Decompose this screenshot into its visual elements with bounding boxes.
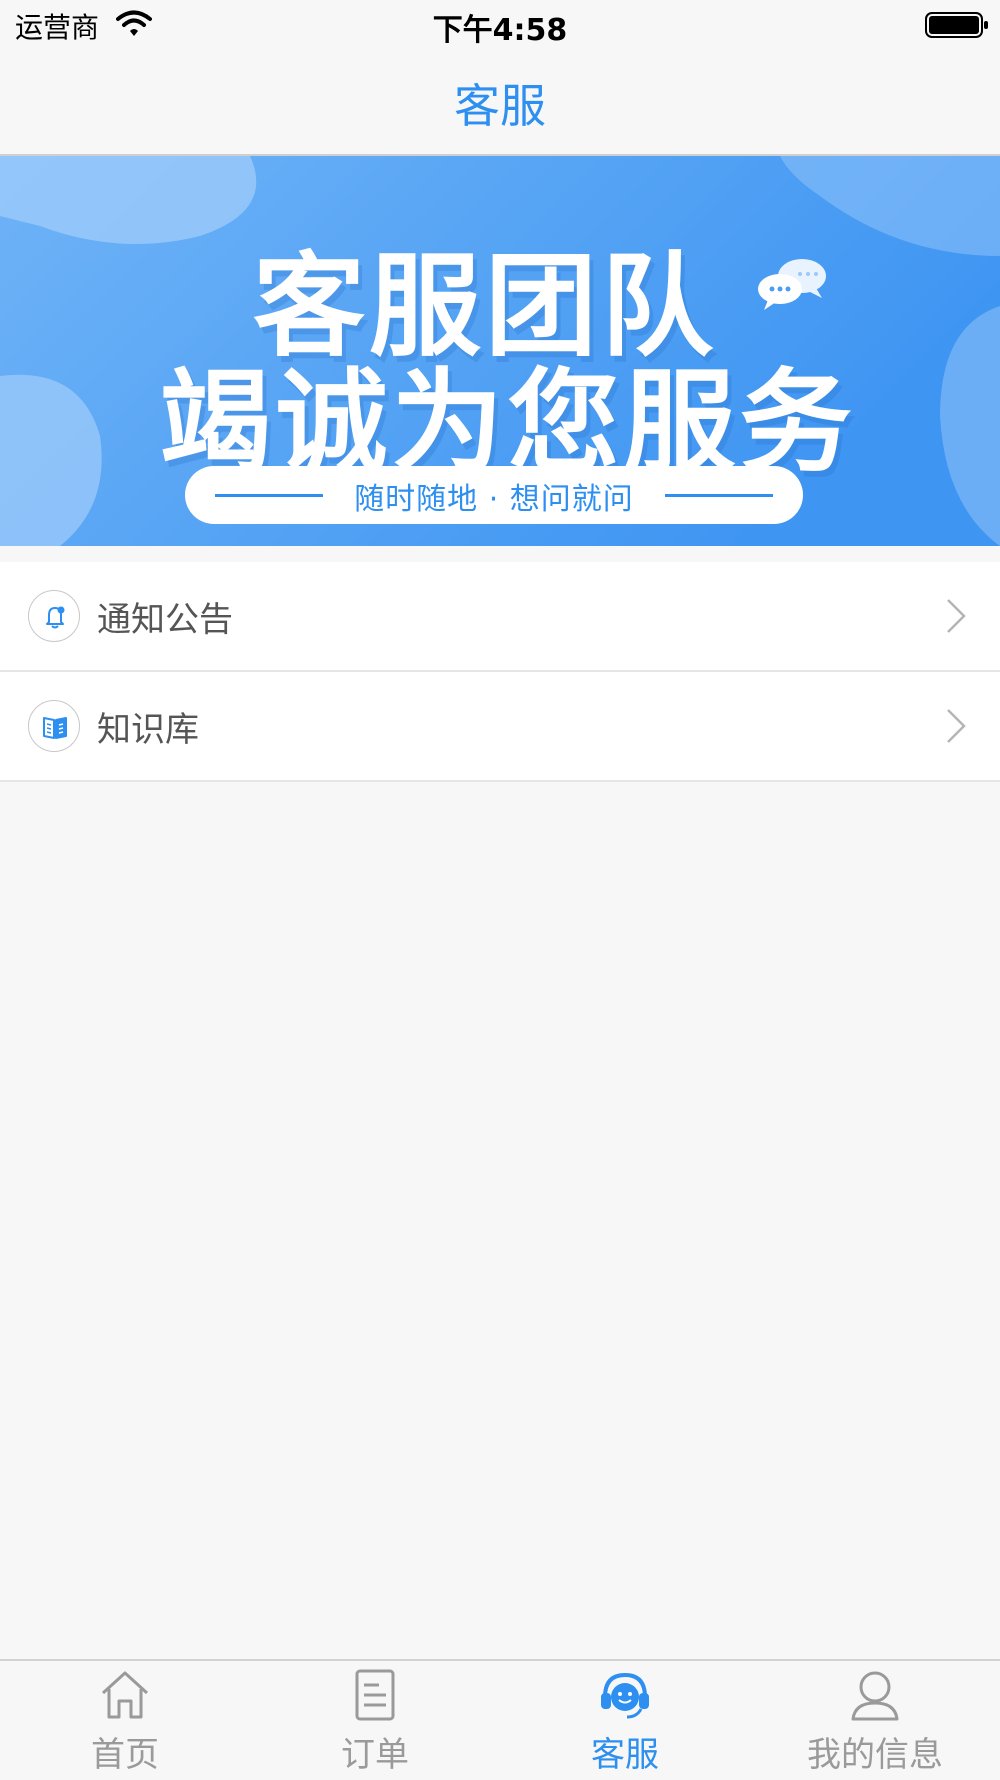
- menu-item-knowledge-base[interactable]: 知识库: [0, 672, 1000, 782]
- tagline-line-right: [665, 494, 773, 497]
- banner-tagline-pill: 随时随地 · 想问就问: [185, 466, 803, 524]
- tab-my-info[interactable]: 我的信息: [750, 1661, 1000, 1780]
- battery-icon: [925, 12, 989, 42]
- service-menu: 通知公告 知识库: [0, 562, 1000, 782]
- page-title: 客服: [454, 79, 546, 133]
- navigation-bar: 客服: [0, 50, 1000, 156]
- bell-icon: [28, 590, 80, 642]
- menu-item-label: 通知公告: [97, 600, 233, 640]
- service-banner: 客服团队 竭诚为您服务 随时随地 · 想问就问: [0, 156, 1000, 546]
- person-icon: [847, 1667, 903, 1727]
- document-icon: [347, 1667, 403, 1727]
- tab-label: 我的信息: [807, 1735, 943, 1775]
- tab-label: 订单: [341, 1735, 409, 1775]
- book-icon: [28, 700, 80, 752]
- tab-label: 首页: [91, 1735, 159, 1775]
- tab-bar: 首页 订单 客服 我的信息: [0, 1659, 1000, 1780]
- chevron-right-icon: [946, 708, 966, 748]
- status-bar: 运营商 下午4:58: [0, 0, 1000, 50]
- tab-customer-service[interactable]: 客服: [500, 1661, 750, 1780]
- tab-label: 客服: [591, 1735, 659, 1775]
- menu-item-label: 知识库: [97, 710, 199, 750]
- chevron-right-icon: [946, 598, 966, 638]
- tab-home[interactable]: 首页: [0, 1661, 250, 1780]
- menu-item-notices[interactable]: 通知公告: [0, 562, 1000, 672]
- status-time: 下午4:58: [432, 13, 568, 48]
- headset-icon: [597, 1667, 653, 1727]
- tab-orders[interactable]: 订单: [250, 1661, 500, 1780]
- home-icon: [97, 1667, 153, 1727]
